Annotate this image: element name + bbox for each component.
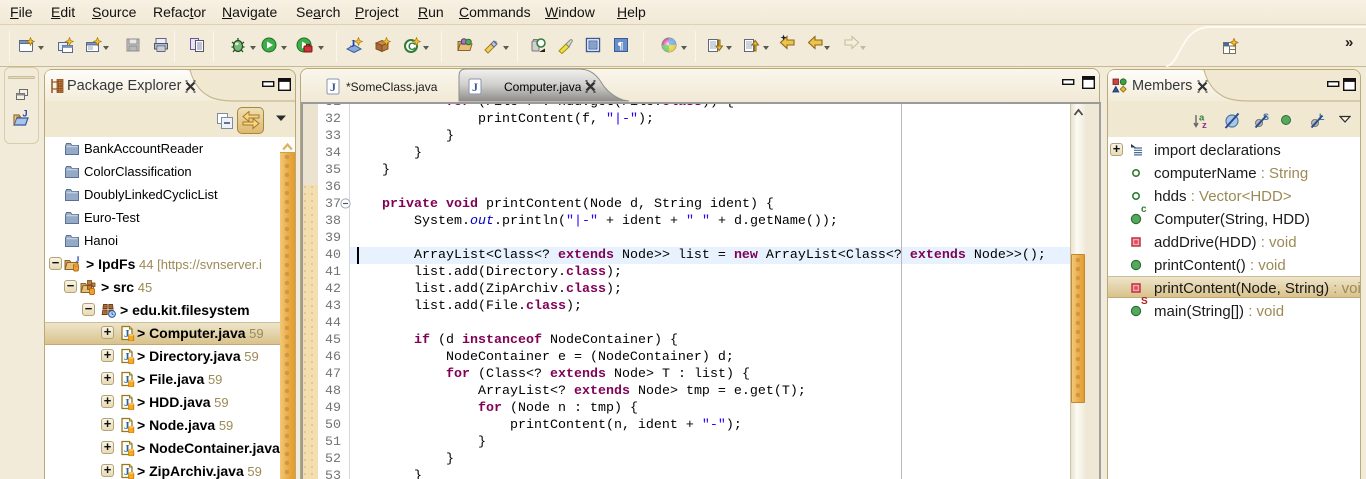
svg-text:¶: ¶: [618, 40, 624, 52]
svg-text:z: z: [1202, 120, 1207, 130]
svg-text:J: J: [23, 110, 28, 119]
svg-text:J: J: [330, 80, 336, 94]
svg-text:J: J: [76, 256, 80, 264]
svg-text:J: J: [472, 80, 478, 94]
svg-text:C: C: [408, 41, 416, 53]
svg-text:J: J: [350, 38, 356, 50]
